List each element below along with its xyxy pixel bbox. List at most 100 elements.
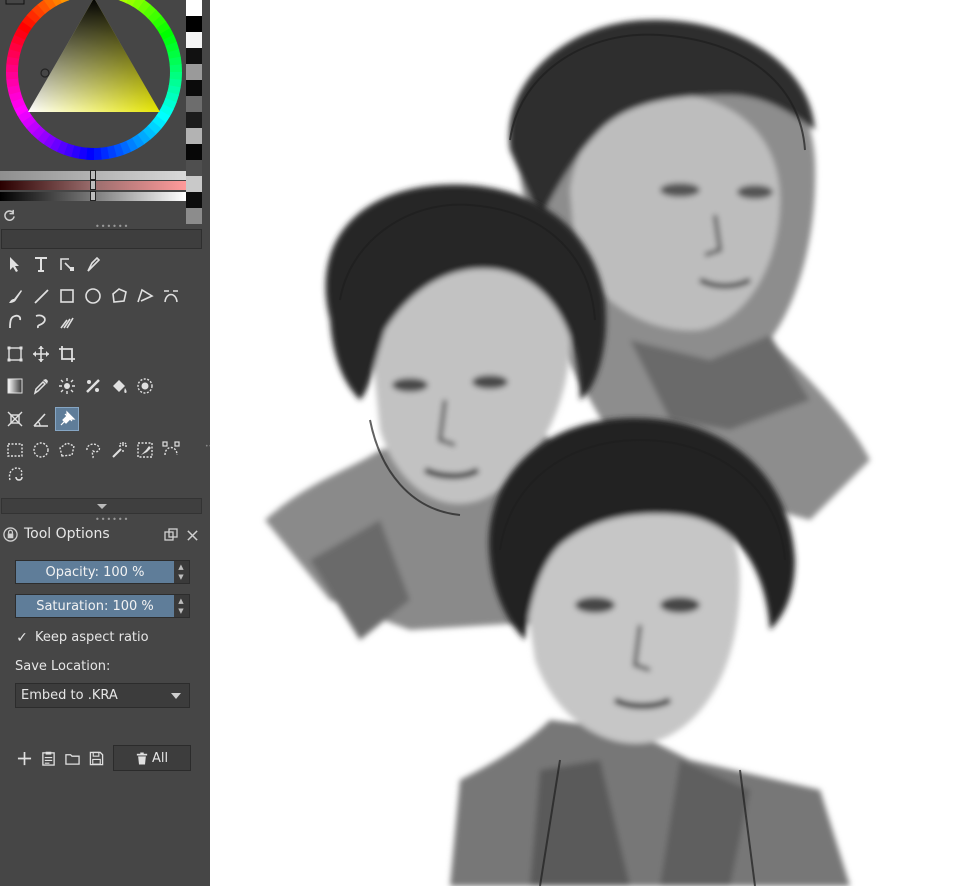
color-swatch[interactable] — [186, 64, 202, 80]
toolbox-row — [3, 438, 183, 462]
canvas[interactable] — [210, 0, 955, 886]
enclose-fill-icon[interactable] — [133, 374, 157, 398]
select-shapes-icon[interactable] — [3, 252, 27, 276]
keep-aspect-ratio-label: Keep aspect ratio — [35, 630, 149, 645]
pattern-icon[interactable] — [81, 374, 105, 398]
color-swatch[interactable] — [186, 112, 202, 128]
toolbox-row — [3, 342, 79, 366]
toolbox-row — [3, 374, 157, 398]
trash-icon — [136, 752, 148, 764]
add-icon[interactable] — [15, 746, 33, 770]
value-slider[interactable] — [0, 191, 186, 201]
save-location-label: Save Location: — [15, 659, 111, 674]
saturation-stepper[interactable]: ▲ ▼ — [173, 595, 189, 617]
close-docker-icon[interactable] — [186, 527, 199, 546]
lock-icon[interactable] — [3, 527, 18, 546]
measure-icon[interactable] — [29, 407, 53, 431]
rectangle-icon[interactable] — [55, 284, 79, 308]
toolbox-row — [3, 462, 27, 486]
keep-aspect-ratio-checkbox[interactable]: ✓ Keep aspect ratio — [15, 630, 149, 646]
saturation-label: Saturation: — [36, 598, 109, 614]
dock-resize-handle[interactable]: •••••• — [205, 444, 226, 450]
save-location-select[interactable]: Embed to .KRA — [15, 683, 190, 708]
artwork-image — [265, 19, 870, 886]
multibrush-icon[interactable] — [55, 309, 79, 333]
tool-options-header: Tool Options — [0, 523, 210, 545]
ellipse-icon[interactable] — [81, 284, 105, 308]
move-icon[interactable] — [29, 342, 53, 366]
open-folder-icon[interactable] — [63, 746, 81, 770]
gradient-icon[interactable] — [3, 374, 27, 398]
color-swatch[interactable] — [186, 48, 202, 64]
paste-icon[interactable] — [39, 746, 57, 770]
toolbox-collapse-button[interactable] — [1, 498, 202, 514]
splitter-handle-2[interactable]: •••••• — [95, 516, 128, 524]
color-swatch[interactable] — [186, 0, 202, 16]
delete-all-label: All — [151, 750, 169, 766]
opacity-stepper[interactable]: ▲ ▼ — [173, 561, 189, 583]
line-icon[interactable] — [29, 284, 53, 308]
rect-select-icon[interactable] — [3, 438, 27, 462]
fill-icon[interactable] — [107, 374, 131, 398]
float-docker-icon[interactable] — [164, 527, 178, 546]
transform-icon[interactable] — [3, 342, 27, 366]
opacity-label: Opacity: — [45, 564, 99, 580]
reference-actions-bar: All — [15, 745, 191, 771]
color-handle[interactable] — [40, 68, 50, 78]
checkmark-icon[interactable]: ✓ — [15, 630, 29, 646]
opacity-spinbox[interactable]: Opacity: 100 % ▲ ▼ — [15, 560, 190, 584]
bezier-icon[interactable] — [159, 284, 183, 308]
polygon-select-icon[interactable] — [55, 438, 79, 462]
color-swatch[interactable] — [186, 208, 202, 224]
color-swatch[interactable] — [186, 128, 202, 144]
saturation-spinbox[interactable]: Saturation: 100 % ▲ ▼ — [15, 594, 190, 618]
toolbox-row — [3, 407, 79, 431]
color-swatch[interactable] — [186, 160, 202, 176]
color-swatch[interactable] — [186, 32, 202, 48]
magnetic-select-icon[interactable] — [3, 462, 27, 486]
toolbox-row — [3, 252, 105, 276]
tool-options-title: Tool Options — [24, 526, 110, 542]
delete-all-button[interactable]: All — [113, 745, 191, 771]
color-history-swatches[interactable] — [186, 0, 202, 224]
smart-patch-icon[interactable] — [55, 374, 79, 398]
refresh-icon[interactable] — [3, 207, 16, 221]
contiguous-select-icon[interactable] — [107, 438, 131, 462]
color-swatch[interactable] — [186, 16, 202, 32]
tool-search-field[interactable] — [1, 229, 202, 249]
ellipse-select-icon[interactable] — [29, 438, 53, 462]
save-icon[interactable] — [87, 746, 105, 770]
toolbox-row — [3, 309, 79, 333]
polyline-icon[interactable] — [133, 284, 157, 308]
crop-icon[interactable] — [55, 342, 79, 366]
color-swatch[interactable] — [186, 96, 202, 112]
color-swatch[interactable] — [186, 144, 202, 160]
bezier-select-icon[interactable] — [159, 438, 183, 462]
saturation-bar: Saturation: 100 % — [16, 595, 174, 617]
freehand-path-icon[interactable] — [3, 309, 27, 333]
saturation-value: 100 % — [112, 598, 154, 614]
toolbox-row — [3, 284, 183, 308]
calligraphy-icon[interactable] — [81, 252, 105, 276]
red-slider[interactable] — [0, 180, 186, 190]
color-wheel[interactable] — [0, 0, 186, 170]
dynamic-brush-icon[interactable] — [29, 309, 53, 333]
color-swatch[interactable] — [186, 176, 202, 192]
similar-select-icon[interactable] — [133, 438, 157, 462]
assistant-icon[interactable] — [3, 407, 27, 431]
text-icon[interactable] — [29, 252, 53, 276]
reference-images-icon[interactable] — [55, 407, 79, 431]
color-swatch[interactable] — [186, 192, 202, 208]
freehand-select-icon[interactable] — [81, 438, 105, 462]
color-selector[interactable] — [0, 0, 186, 170]
chevron-down-icon — [171, 693, 181, 699]
left-dock-panel: •••••• •••••• •••••• Tool Options Opacit… — [0, 0, 226, 886]
freehand-brush-icon[interactable] — [3, 284, 27, 308]
polygon-icon[interactable] — [107, 284, 131, 308]
color-picker-icon[interactable] — [29, 374, 53, 398]
edit-shapes-icon[interactable] — [55, 252, 79, 276]
lightness-slider[interactable] — [0, 170, 186, 180]
color-swatch[interactable] — [186, 80, 202, 96]
opacity-value: 100 % — [103, 564, 145, 580]
splitter-handle[interactable]: •••••• — [95, 223, 128, 231]
